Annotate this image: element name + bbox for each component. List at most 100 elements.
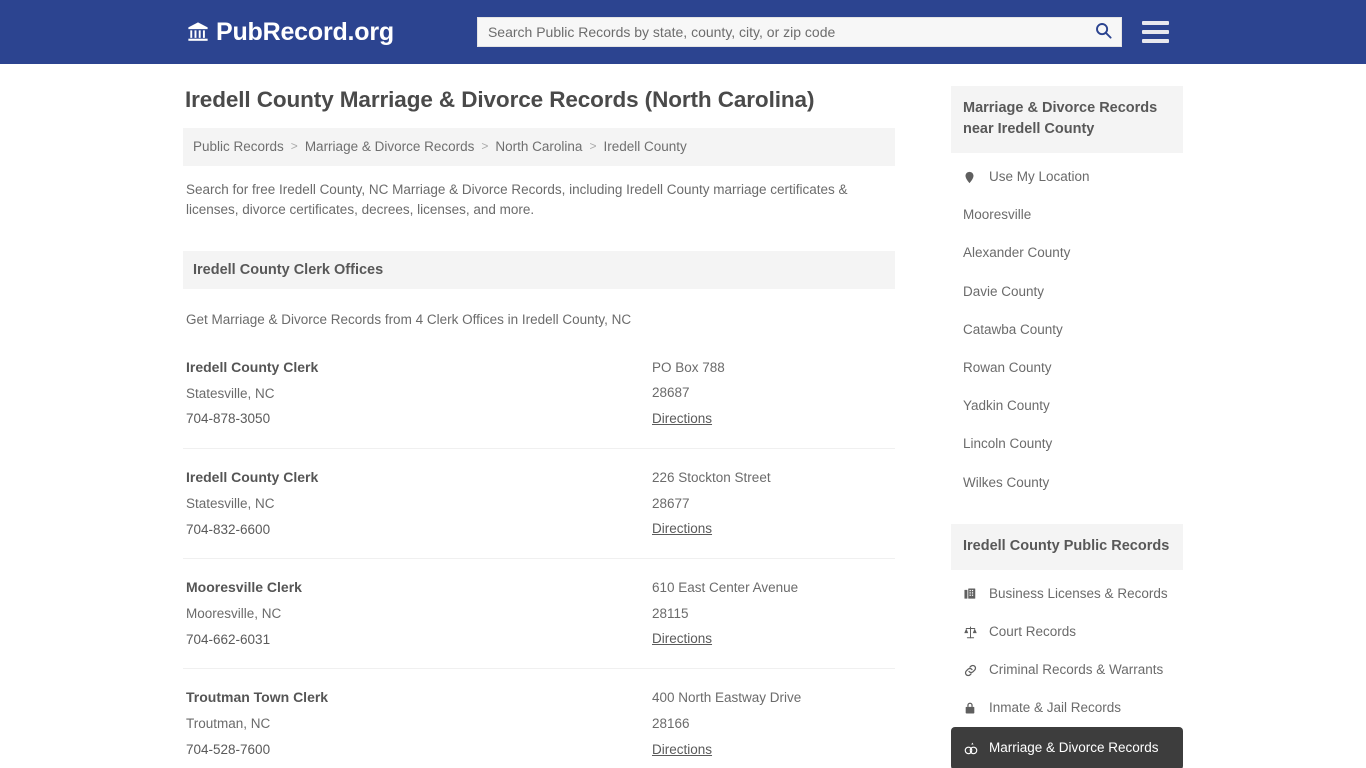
office-address: 226 Stockton Street — [652, 470, 771, 485]
breadcrumb-item-marriage-divorce-records[interactable]: Marriage & Divorce Records — [305, 138, 475, 156]
breadcrumb-item-public-records[interactable]: Public Records — [193, 138, 284, 156]
sidebar-public-records-list: Business Licenses & Records Court Record… — [951, 570, 1183, 768]
sidebar-item-label: Court Records — [989, 623, 1077, 639]
office-zip: 28166 — [652, 715, 690, 731]
breadcrumb-item-north-carolina[interactable]: North Carolina — [495, 138, 582, 156]
office-zip: 28687 — [652, 385, 690, 401]
directions-link[interactable]: Directions — [652, 737, 712, 763]
office-city-state: Mooresville, NC — [186, 606, 282, 622]
table-row: Troutman Town Clerk Troutman, NC 704-528… — [183, 669, 895, 768]
office-right-column: 610 East Center Avenue 28115 Directions — [652, 575, 892, 652]
hamburger-bar — [1141, 39, 1169, 43]
office-address: 400 North Eastway Drive — [652, 690, 802, 706]
sidebar-item-label: Davie County — [963, 283, 1045, 299]
sidebar-item-label: Inmate & Jail Records — [989, 700, 1122, 716]
clerk-office-list: Iredell County Clerk Statesville, NC 704… — [183, 339, 895, 768]
office-address: 610 East Center Avenue — [652, 580, 799, 596]
sidebar-item-label: Business Licenses & Records — [989, 585, 1168, 601]
office-name: Iredell County Clerk — [186, 358, 319, 375]
sidebar-item-criminal-records[interactable]: Criminal Records & Warrants — [951, 651, 1183, 689]
office-phone: 704-878-3050 — [186, 411, 271, 427]
lock-icon — [963, 701, 981, 715]
sidebar-item-marriage-divorce-records[interactable]: Marriage & Divorce Records — [951, 727, 1183, 768]
link-icon — [963, 663, 981, 678]
scales-icon — [963, 625, 981, 640]
office-address: PO Box 788 — [652, 359, 725, 375]
office-left-column: Iredell County Clerk Statesville, NC 704… — [186, 355, 652, 432]
office-phone: 704-832-6600 — [186, 521, 271, 537]
office-name: Mooresville Clerk — [186, 579, 302, 596]
table-row: Iredell County Clerk Statesville, NC 704… — [183, 449, 895, 560]
building-icon — [963, 587, 981, 601]
brand-logo-link[interactable]: PubRecord.org — [187, 19, 394, 45]
office-name: Troutman Town Clerk — [186, 689, 329, 706]
search-button[interactable] — [1087, 18, 1121, 46]
sidebar-item-catawba-county[interactable]: Catawba County — [951, 311, 1183, 349]
sidebar-heading-nearby: Marriage & Divorce Records near Iredell … — [951, 86, 1183, 154]
sidebar-item-label: Lincoln County — [963, 436, 1053, 452]
office-phone: 704-528-7600 — [186, 741, 271, 757]
office-left-column: Iredell County Clerk Statesville, NC 704… — [186, 465, 652, 542]
sidebar-item-label: Alexander County — [963, 245, 1071, 261]
search-bar[interactable] — [476, 17, 1122, 47]
breadcrumb-separator-icon: > — [481, 138, 489, 153]
map-pin-icon — [963, 170, 981, 185]
sidebar-item-label: Catawba County — [963, 321, 1063, 337]
sidebar-item-alexander-county[interactable]: Alexander County — [951, 234, 1183, 272]
directions-link[interactable]: Directions — [652, 516, 712, 542]
sidebar-item-rowan-county[interactable]: Rowan County — [951, 349, 1183, 387]
page-title: Iredell County Marriage & Divorce Record… — [185, 87, 815, 112]
search-input[interactable] — [477, 18, 1087, 46]
hamburger-bar — [1141, 30, 1169, 34]
sidebar-item-wilkes-county[interactable]: Wilkes County — [951, 464, 1183, 502]
sidebar-item-label: Yadkin County — [963, 398, 1050, 414]
sidebar-nearby-list: Use My Location Mooresville Alexander Co… — [951, 153, 1183, 502]
office-city-state: Statesville, NC — [186, 385, 275, 401]
intro-text: Search for free Iredell County, NC Marri… — [186, 181, 848, 218]
sidebar-item-label: Wilkes County — [963, 474, 1050, 490]
breadcrumb-separator-icon: > — [589, 138, 597, 153]
sidebar: Marriage & Divorce Records near Iredell … — [951, 86, 1183, 768]
search-icon — [1094, 21, 1113, 43]
sidebar-item-davie-county[interactable]: Davie County — [951, 273, 1183, 311]
office-right-column: 400 North Eastway Drive 28166 Directions — [652, 685, 892, 762]
page-container: Iredell County Marriage & Divorce Record… — [183, 64, 1183, 768]
office-zip: 28115 — [652, 605, 689, 621]
office-left-column: Mooresville Clerk Mooresville, NC 704-66… — [186, 575, 652, 652]
main-content: Iredell County Marriage & Divorce Record… — [183, 86, 895, 768]
breadcrumb-item-iredell-county: Iredell County — [603, 139, 687, 154]
directions-link[interactable]: Directions — [652, 626, 712, 652]
sidebar-item-business-licenses[interactable]: Business Licenses & Records — [951, 570, 1183, 613]
sidebar-item-mooresville[interactable]: Mooresville — [951, 196, 1183, 234]
hamburger-menu-icon[interactable] — [1141, 21, 1169, 43]
rings-icon — [963, 741, 981, 756]
sidebar-item-yadkin-county[interactable]: Yadkin County — [951, 387, 1183, 425]
office-city-state: Statesville, NC — [186, 495, 275, 511]
office-left-column: Troutman Town Clerk Troutman, NC 704-528… — [186, 685, 652, 762]
office-zip: 28677 — [652, 495, 690, 511]
breadcrumb: Public Records > Marriage & Divorce Reco… — [183, 128, 895, 166]
office-right-column: 226 Stockton Street 28677 Directions — [652, 465, 892, 542]
sidebar-item-label: Rowan County — [963, 359, 1052, 375]
sidebar-item-label: Use My Location — [989, 169, 1090, 185]
sidebar-item-use-my-location[interactable]: Use My Location — [951, 153, 1183, 196]
sidebar-heading-public-records: Iredell County Public Records — [951, 523, 1183, 570]
office-city-state: Troutman, NC — [186, 716, 271, 732]
sidebar-item-label: Marriage & Divorce Records — [989, 740, 1159, 756]
office-phone: 704-662-6031 — [186, 631, 271, 647]
header-inner: PubRecord.org — [183, 0, 1183, 64]
office-right-column: PO Box 788 28687 Directions — [652, 355, 892, 432]
sidebar-item-label: Criminal Records & Warrants — [989, 662, 1164, 678]
office-name: Iredell County Clerk — [186, 469, 319, 485]
sidebar-item-court-records[interactable]: Court Records — [951, 613, 1183, 651]
site-header: PubRecord.org — [0, 0, 1366, 64]
institution-icon — [187, 21, 209, 43]
table-row: Mooresville Clerk Mooresville, NC 704-66… — [183, 559, 895, 670]
table-row: Iredell County Clerk Statesville, NC 704… — [183, 339, 895, 449]
sidebar-item-label: Mooresville — [963, 207, 1032, 223]
directions-link[interactable]: Directions — [652, 406, 712, 432]
sidebar-item-inmate-jail-records[interactable]: Inmate & Jail Records — [951, 689, 1183, 727]
sidebar-item-lincoln-county[interactable]: Lincoln County — [951, 425, 1183, 463]
breadcrumb-separator-icon: > — [290, 138, 298, 153]
section-heading-clerk-offices: Iredell County Clerk Offices — [183, 250, 895, 289]
